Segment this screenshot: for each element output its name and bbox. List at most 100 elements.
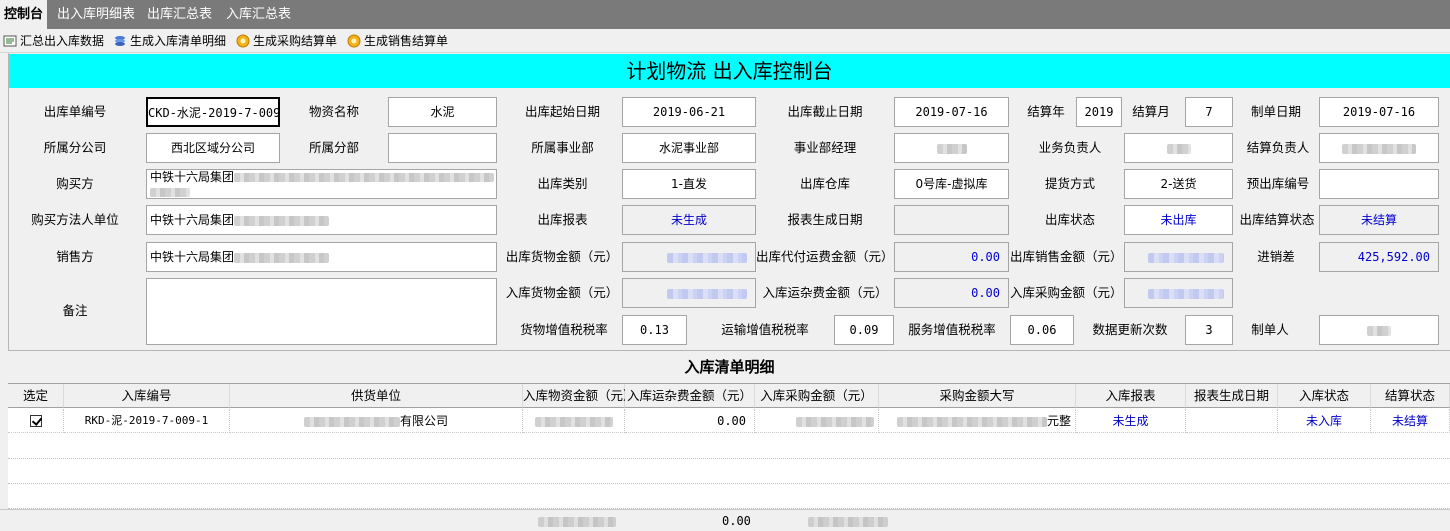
division-label: 所属分部	[308, 140, 359, 155]
out-status-label: 出库状态	[1044, 212, 1095, 227]
col-select[interactable]: 选定	[8, 384, 64, 408]
purchase-amt-total	[808, 510, 888, 531]
row-select-cell[interactable]	[8, 409, 64, 433]
buyer-legal-field[interactable]: 中铁十六局集团	[146, 205, 497, 235]
tab-bar: 控制台 出入库明细表 出库汇总表 入库汇总表	[0, 0, 1450, 29]
division-field[interactable]	[388, 133, 497, 163]
gear-coin-icon	[347, 34, 361, 48]
seller-field[interactable]: 中铁十六局集团	[146, 242, 497, 272]
report-cell[interactable]: 未生成	[1076, 409, 1186, 433]
dept-manager-field[interactable]	[894, 133, 1009, 163]
out-freight-amt-label: 出库代付运费金额（元）	[756, 249, 894, 264]
seller-label: 销售方	[56, 249, 94, 264]
in-purchase-amt-label: 入库采购金额（元）	[1010, 285, 1123, 300]
row-checkbox[interactable]	[29, 415, 42, 427]
col-goods-amt[interactable]: 入库物资金额（元）	[523, 384, 636, 408]
delivery-label: 提货方式	[1044, 176, 1095, 191]
page-title: 计划物流 出入库控制台	[9, 54, 1450, 88]
status-cell: 未入库	[1278, 409, 1371, 433]
maker-field[interactable]	[1319, 315, 1439, 345]
material-field[interactable]: 水泥	[388, 97, 497, 127]
in-freight-amt-field: 0.00	[894, 278, 1009, 308]
goods-vat-field[interactable]: 0.13	[622, 315, 687, 345]
tab-inout-detail[interactable]: 出入库明细表	[53, 0, 139, 29]
dept-manager-label: 事业部经理	[793, 140, 857, 155]
delivery-field[interactable]: 2-送货	[1124, 169, 1233, 199]
settle-status-cell: 未结算	[1371, 409, 1450, 433]
inbound-list-grid: 选定 入库编号 供货单位 入库物资金额（元） 入库运杂费金额（元） 入库采购金额…	[8, 383, 1450, 509]
col-supplier[interactable]: 供货单位	[230, 384, 523, 408]
toolbar: 汇总出入库数据 生成入库清单明细 生成采购结算单 生成销售结算单	[0, 29, 1450, 53]
buyer-field[interactable]: 中铁十六局集团	[146, 169, 497, 199]
biz-owner-label: 业务负责人	[1038, 140, 1102, 155]
create-date-field[interactable]: 2019-07-16	[1319, 97, 1439, 127]
col-settle-status[interactable]: 结算状态	[1371, 384, 1450, 408]
summary-icon	[3, 35, 17, 47]
tab-console[interactable]: 控制台	[0, 0, 48, 29]
warehouse-label: 出库仓库	[799, 176, 850, 191]
empty-row-line	[8, 458, 1450, 459]
remark-field[interactable]	[146, 278, 497, 345]
summarize-data-button[interactable]: 汇总出入库数据	[3, 33, 104, 50]
buyer-label: 购买方	[56, 176, 94, 191]
goods-amt-total	[538, 510, 616, 531]
generate-inbound-list-button[interactable]: 生成入库清单明细	[113, 33, 226, 50]
amount-words-cell: 元整	[879, 409, 1076, 433]
biz-dept-label: 所属事业部	[531, 140, 594, 155]
settle-month-label: 结算月	[1132, 104, 1170, 119]
purchase-amt-cell	[755, 409, 879, 433]
pre-out-no-field[interactable]	[1319, 169, 1439, 199]
tab-out-summary[interactable]: 出库汇总表	[143, 0, 216, 29]
transport-vat-field[interactable]: 0.09	[834, 315, 894, 345]
out-freight-amt-field: 0.00	[894, 242, 1009, 272]
in-no-cell: RKD-泥-2019-7-009-1	[64, 409, 230, 433]
col-report-date[interactable]: 报表生成日期	[1186, 384, 1278, 408]
in-goods-amt-label: 入库货物金额（元）	[505, 285, 619, 300]
branch-field[interactable]: 西北区域分公司	[146, 133, 280, 163]
settle-owner-field[interactable]	[1319, 133, 1439, 163]
tab-in-summary[interactable]: 入库汇总表	[222, 0, 295, 29]
inbound-list-title: 入库清单明细	[9, 352, 1450, 383]
buyer-legal-label: 购买方法人单位	[31, 212, 119, 227]
supplier-cell: 有限公司	[230, 409, 523, 433]
out-no-field[interactable]: CKD-水泥-2019-7-009	[146, 97, 280, 127]
report-date-cell	[1186, 409, 1278, 433]
end-date-field[interactable]: 2019-07-16	[894, 97, 1009, 127]
create-date-label: 制单日期	[1250, 104, 1301, 119]
col-purchase-amt[interactable]: 入库采购金额（元）	[755, 384, 879, 408]
generate-purchase-settlement-button[interactable]: 生成采购结算单	[236, 33, 337, 50]
freight-amt-total: 0.00	[722, 514, 751, 528]
service-vat-field[interactable]: 0.06	[1010, 315, 1074, 345]
in-goods-amt-field	[622, 278, 756, 308]
col-amount-words[interactable]: 采购金额大写	[879, 384, 1076, 408]
material-label: 物资名称	[308, 104, 359, 119]
price-diff-field: 425,592.00	[1319, 242, 1439, 272]
out-settle-status-field: 未结算	[1319, 205, 1439, 235]
update-count-field[interactable]: 3	[1185, 315, 1233, 345]
out-goods-amt-label: 出库货物金额（元）	[505, 249, 619, 264]
out-report-field: 未生成	[622, 205, 756, 235]
branch-label: 所属分公司	[43, 140, 107, 155]
out-sales-amt-label: 出库销售金额（元）	[1010, 249, 1123, 264]
start-date-field[interactable]: 2019-06-21	[622, 97, 756, 127]
generate-sales-settlement-button[interactable]: 生成销售结算单	[347, 33, 448, 50]
start-date-label: 出库起始日期	[524, 104, 600, 119]
col-report[interactable]: 入库报表	[1076, 384, 1186, 408]
out-status-field[interactable]: 未出库	[1124, 205, 1233, 235]
goods-amt-cell	[523, 409, 625, 433]
transport-vat-label: 运输增值税税率	[721, 322, 809, 337]
out-type-label: 出库类别	[537, 176, 588, 191]
end-date-label: 出库截止日期	[787, 104, 863, 119]
warehouse-field[interactable]: 0号库-虚拟库	[894, 169, 1009, 199]
biz-dept-field[interactable]: 水泥事业部	[622, 133, 756, 163]
report-date-label: 报表生成日期	[787, 212, 863, 227]
out-type-field[interactable]: 1-直发	[622, 169, 756, 199]
settle-year-field[interactable]: 2019	[1076, 97, 1122, 127]
report-date-field	[894, 205, 1009, 235]
settle-month-field[interactable]: 7	[1185, 97, 1233, 127]
gear-coin-icon	[236, 34, 250, 48]
col-status[interactable]: 入库状态	[1278, 384, 1371, 408]
biz-owner-field[interactable]	[1124, 133, 1233, 163]
col-freight-amt[interactable]: 入库运杂费金额（元）	[625, 384, 755, 408]
col-in-no[interactable]: 入库编号	[64, 384, 230, 408]
